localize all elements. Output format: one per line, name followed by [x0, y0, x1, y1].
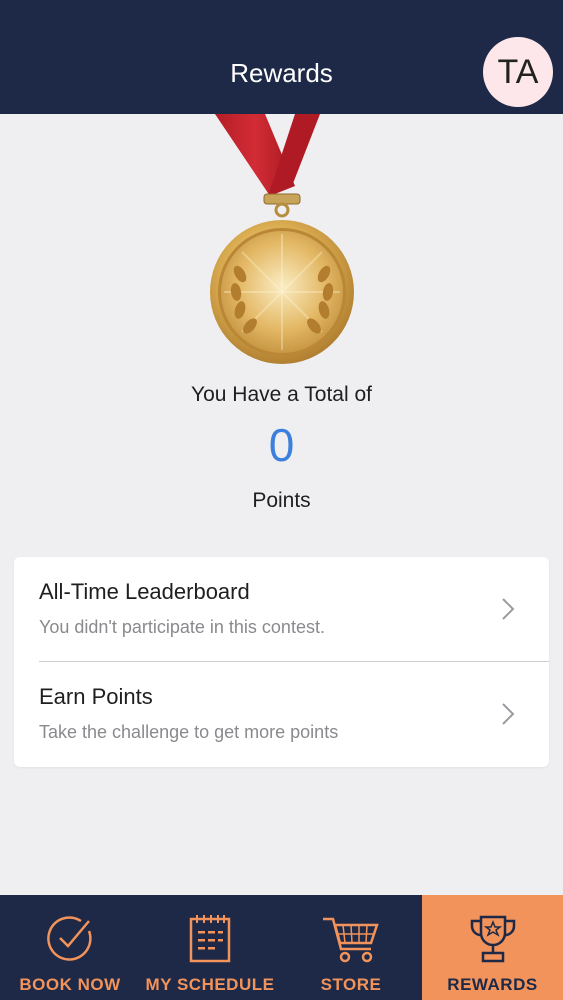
user-avatar[interactable]: TA	[483, 37, 553, 107]
tab-store[interactable]: STORE	[280, 895, 422, 1000]
points-unit: Points	[252, 489, 311, 512]
tab-my-schedule[interactable]: MY SCHEDULE	[140, 895, 280, 1000]
chevron-right-icon	[502, 598, 515, 620]
cart-icon	[323, 917, 379, 963]
points-value: 0	[268, 419, 295, 471]
points-caption: You Have a Total of	[191, 383, 372, 406]
medal-icon	[200, 114, 365, 374]
tab-label: STORE	[320, 975, 382, 994]
leaderboard-subtitle: You didn't participate in this contest.	[39, 617, 325, 637]
bottom-tab-bar: BOOK NOW MY SCHEDULE STORE REWARDS	[0, 895, 563, 1000]
check-circle-icon	[47, 916, 92, 961]
earn-points-subtitle: Take the challenge to get more points	[39, 722, 339, 742]
earn-points-row[interactable]: Earn Points Take the challenge to get mo…	[14, 662, 549, 767]
header-bar: Rewards TA	[0, 0, 563, 114]
page-title: Rewards	[230, 58, 333, 88]
chevron-right-icon	[502, 703, 515, 725]
tab-rewards[interactable]: REWARDS	[422, 895, 563, 1000]
tab-book-now[interactable]: BOOK NOW	[0, 895, 140, 1000]
rewards-options-card: All-Time Leaderboard You didn't particip…	[14, 557, 549, 767]
leaderboard-row[interactable]: All-Time Leaderboard You didn't particip…	[14, 557, 549, 662]
tab-label: REWARDS	[447, 975, 538, 994]
earn-points-title: Earn Points	[39, 684, 153, 709]
leaderboard-title: All-Time Leaderboard	[39, 579, 250, 604]
calendar-icon	[189, 915, 231, 963]
tab-label: MY SCHEDULE	[145, 975, 275, 994]
tab-label: BOOK NOW	[19, 975, 121, 994]
trophy-icon	[470, 915, 515, 963]
